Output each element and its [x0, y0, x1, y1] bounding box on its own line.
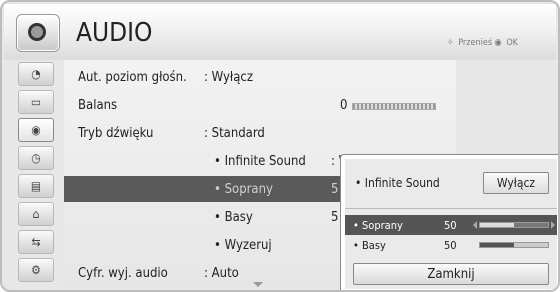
support-icon[interactable]: ⚙ — [18, 258, 54, 282]
ok-button-icon: ◉ — [494, 38, 502, 48]
setting-auto-volume[interactable]: Aut. poziom głośn. : Wyłącz — [64, 64, 456, 90]
audio-speaker-icon — [16, 14, 60, 52]
setting-sound-mode[interactable]: Tryb dźwięku : Standard — [64, 120, 456, 146]
increase-icon[interactable] — [551, 221, 555, 229]
balance-slider[interactable] — [352, 103, 436, 110]
hint-ok-label: OK — [506, 38, 518, 48]
tv-screen-icon[interactable]: ▭ — [18, 90, 54, 114]
hint-move-label: Przenieś — [458, 38, 493, 48]
popup-treble-row[interactable]: • Soprany 50 — [345, 215, 557, 235]
move-arrows-icon: ✧ — [446, 38, 454, 48]
usb-plug-icon[interactable]: ⇆ — [18, 230, 54, 254]
header: AUDIO ✧ Przenieś ◉ OK — [4, 4, 556, 60]
lock-icon[interactable]: ⌂ — [18, 202, 54, 226]
bass-slider[interactable] — [479, 242, 549, 248]
audio-settings-panel: AUDIO ✧ Przenieś ◉ OK ◔ ▭ ◉ ◷ ▤ ⌂ ⇆ ⚙ Au… — [0, 0, 560, 292]
scroll-down-icon[interactable] — [253, 282, 263, 287]
briefcase-icon[interactable]: ▤ — [18, 174, 54, 198]
popup-infinite-sound-row: • Infinite Sound Wyłącz — [345, 159, 557, 207]
close-button[interactable]: Zamknij — [353, 263, 549, 285]
speaker-icon[interactable]: ◉ — [18, 118, 54, 142]
popup-bass-row[interactable]: • Basy 50 — [345, 235, 557, 255]
navigation-hint: ✧ Przenieś ◉ OK — [447, 38, 518, 48]
page-title: AUDIO — [76, 18, 153, 48]
decrease-icon[interactable] — [473, 221, 477, 229]
satellite-dish-icon[interactable]: ◔ — [18, 62, 54, 86]
treble-slider[interactable] — [479, 222, 549, 228]
infinite-sound-toggle-button[interactable]: Wyłącz — [483, 172, 549, 194]
menu-sidebar: ◔ ▭ ◉ ◷ ▤ ⌂ ⇆ ⚙ — [18, 62, 54, 290]
clock-icon[interactable]: ◷ — [18, 146, 54, 170]
sound-popup: • Infinite Sound Wyłącz • Soprany 50 • B… — [340, 154, 558, 290]
setting-balance[interactable]: Balans 0 — [64, 92, 456, 118]
divider — [345, 208, 557, 209]
